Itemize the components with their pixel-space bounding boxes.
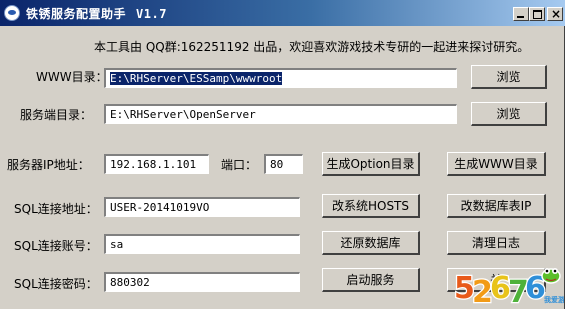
server-ip-input[interactable]: 192.168.1.101 [104, 154, 209, 174]
gen-www-dir-button[interactable]: 生成WWW目录 [447, 152, 546, 176]
sql-address-input[interactable]: USER-20141019VO [104, 197, 300, 217]
intro-text: 本工具由 QQ群:162251192 出品，欢迎喜欢游戏技术专研的一起进来探讨研… [94, 40, 530, 54]
close-icon: × [551, 7, 562, 21]
server-dir-label: 服务端目录： [20, 108, 93, 122]
watermark-frog-icon [541, 268, 561, 284]
site-watermark-logo: 5 2 6 7 6 我爱游戏 [453, 268, 564, 309]
sql-account-label: SQL连接账号： [14, 239, 98, 253]
window-title-text: 铁锈服务配置助手 [26, 7, 127, 21]
restore-db-button[interactable]: 还原数据库 [322, 231, 420, 255]
edit-db-ip-button[interactable]: 改数据库表IP [447, 194, 546, 218]
gen-option-dir-button[interactable]: 生成Option目录 [322, 152, 420, 176]
port-label: 端口： [221, 158, 258, 172]
title-bar[interactable]: 铁锈服务配置助手 V1.7 × [0, 0, 565, 26]
www-dir-browse-button[interactable]: 浏览 [471, 65, 547, 89]
server-dir-input[interactable]: E:\RHServer\OpenServer [104, 104, 457, 124]
app-icon [4, 5, 20, 21]
maximize-button[interactable] [529, 7, 545, 21]
sql-password-label: SQL连接密码： [14, 277, 98, 291]
watermark-caption: 我爱游戏 [544, 295, 564, 304]
window-version: V1.7 [136, 7, 167, 21]
sql-password-input[interactable]: 880302 [104, 272, 300, 292]
window-title: 铁锈服务配置助手 V1.7 [26, 5, 167, 22]
sql-address-label: SQL连接地址： [14, 202, 98, 216]
server-ip-label: 服务器IP地址： [7, 158, 90, 172]
sql-account-input[interactable]: sa [104, 234, 300, 254]
edit-hosts-button[interactable]: 改系统HOSTS [322, 194, 420, 218]
www-dir-input[interactable]: E:\RHServer\ESSamp\wwwroot [104, 68, 457, 88]
server-dir-browse-button[interactable]: 浏览 [471, 102, 547, 126]
clear-log-button[interactable]: 清理日志 [447, 231, 546, 255]
minimize-button[interactable] [513, 7, 529, 21]
port-input[interactable]: 80 [264, 154, 303, 174]
www-dir-label: WWW目录： [36, 70, 108, 84]
www-dir-value: E:\RHServer\ESSamp\wwwroot [110, 72, 283, 85]
start-service-button[interactable]: 启动服务 [322, 268, 420, 292]
close-button[interactable]: × [547, 7, 563, 21]
